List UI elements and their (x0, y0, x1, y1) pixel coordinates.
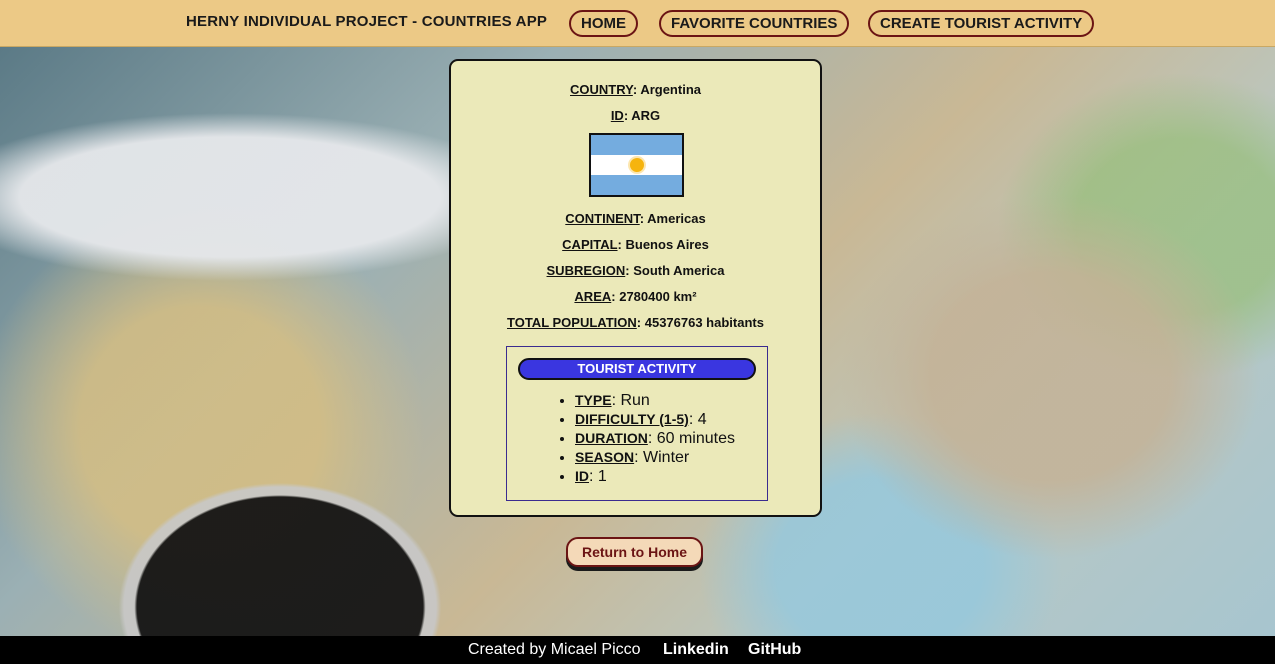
footer: Created by Micael Picco Linkedin GitHub (0, 636, 1275, 664)
country-name-field: COUNTRY: Argentina (570, 82, 701, 97)
nav-home-button[interactable]: HOME (569, 10, 638, 37)
nav-favorite-countries-button[interactable]: FAVORITE COUNTRIES (659, 10, 850, 37)
capital-field: CAPITAL: Buenos Aires (562, 237, 709, 252)
activity-duration-item: DURATION: 60 minutes (575, 429, 735, 448)
navbar: HERNY INDIVIDUAL PROJECT - COUNTRIES APP… (0, 0, 1275, 47)
area-field: AREA: 2780400 km² (574, 289, 697, 304)
github-link[interactable]: GitHub (748, 636, 801, 664)
return-to-home-button[interactable]: Return to Home (566, 537, 703, 567)
activity-id-item: ID: 1 (575, 467, 735, 486)
footer-credit: Created by Micael Picco (468, 641, 641, 658)
sun-of-may-icon (629, 158, 644, 172)
tourist-activity-header: TOURIST ACTIVITY (518, 358, 756, 380)
argentina-flag-image (589, 133, 684, 197)
activity-details-list: TYPE: Run DIFFICULTY (1-5): 4 DURATION: … (575, 391, 735, 486)
subregion-field: SUBREGION: South America (546, 263, 725, 278)
tourist-activity-box: TOURIST ACTIVITY TYPE: Run DIFFICULTY (1… (506, 346, 768, 501)
continent-field: CONTINENT: Americas (565, 211, 706, 226)
country-detail-card: COUNTRY: Argentina ID: ARG CONTINENT: Am… (449, 59, 822, 517)
activity-difficulty-item: DIFFICULTY (1-5): 4 (575, 410, 735, 429)
activity-season-item: SEASON: Winter (575, 448, 735, 467)
population-field: TOTAL POPULATION: 45376763 habitants (507, 315, 764, 330)
activity-type-item: TYPE: Run (575, 391, 735, 410)
linkedin-link[interactable]: Linkedin (663, 636, 729, 664)
app-title: HERNY INDIVIDUAL PROJECT - COUNTRIES APP (186, 13, 548, 30)
nav-create-activity-button[interactable]: CREATE TOURIST ACTIVITY (868, 10, 1095, 37)
country-id-field: ID: ARG (610, 108, 661, 123)
